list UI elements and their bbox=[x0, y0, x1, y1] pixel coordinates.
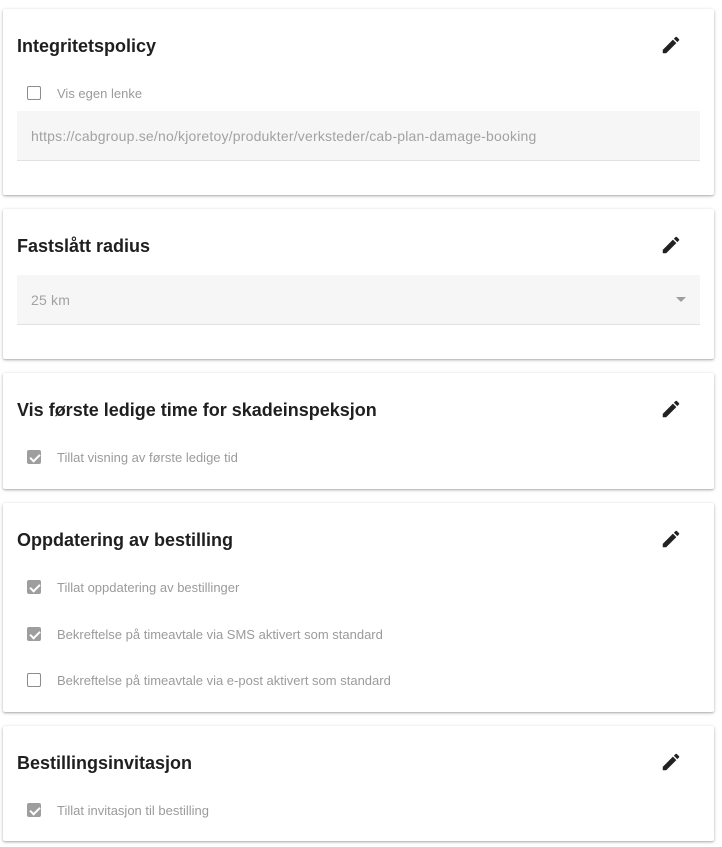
caret-down-icon bbox=[676, 297, 686, 302]
sms-confirmation-checkbox[interactable] bbox=[27, 627, 41, 641]
invitation-checkbox[interactable] bbox=[27, 803, 41, 817]
edit-button[interactable] bbox=[658, 526, 684, 552]
card-title: Bestillingsinvitasjon bbox=[17, 753, 193, 773]
checkbox-label: Tillat oppdatering av bestillinger bbox=[57, 579, 240, 595]
privacy-url-field[interactable]: https://cabgroup.se/no/kjoretoy/produkte… bbox=[17, 111, 700, 161]
first-available-card: Vis første ledige time for skadeinspeksj… bbox=[3, 373, 714, 489]
first-available-checkbox[interactable] bbox=[27, 450, 41, 464]
privacy-policy-card: Integritetspolicy Vis egen lenke https:/… bbox=[3, 9, 714, 195]
invitation-checkbox-row[interactable]: Tillat invitasjon til bestilling bbox=[27, 800, 209, 820]
pencil-icon bbox=[662, 236, 680, 254]
radius-selected-value: 25 km bbox=[31, 291, 71, 308]
pencil-icon bbox=[662, 753, 680, 771]
edit-button[interactable] bbox=[658, 232, 684, 258]
invitation-card: Bestillingsinvitasjon Tillat invitasjon … bbox=[3, 726, 714, 841]
email-confirmation-checkbox[interactable] bbox=[27, 673, 41, 687]
checkbox-label: Vis egen lenke bbox=[57, 85, 143, 101]
checkbox-label: Tillat invitasjon til bestilling bbox=[57, 802, 209, 818]
sms-confirmation-checkbox-row[interactable]: Bekreftelse på timeavtale via SMS aktive… bbox=[27, 624, 383, 644]
first-available-checkbox-row[interactable]: Tillat visning av første ledige tid bbox=[27, 447, 238, 467]
card-title: Vis første ledige time for skadeinspeksj… bbox=[17, 400, 377, 420]
checkbox-label: Tillat visning av første ledige tid bbox=[57, 449, 238, 465]
checkbox-label: Bekreftelse på timeavtale via e-post akt… bbox=[57, 672, 391, 688]
allow-update-checkbox-row[interactable]: Tillat oppdatering av bestillinger bbox=[27, 577, 239, 597]
pencil-icon bbox=[662, 530, 680, 548]
card-title: Oppdatering av bestilling bbox=[17, 530, 234, 550]
booking-update-card: Oppdatering av bestilling Tillat oppdate… bbox=[3, 503, 714, 712]
own-link-checkbox-row[interactable]: Vis egen lenke bbox=[27, 83, 142, 103]
pencil-icon bbox=[662, 400, 680, 418]
radius-select[interactable]: 25 km bbox=[17, 275, 700, 325]
card-title: Integritetspolicy bbox=[17, 36, 157, 56]
edit-button[interactable] bbox=[658, 749, 684, 775]
pencil-icon bbox=[662, 36, 680, 54]
checkbox-label: Bekreftelse på timeavtale via SMS aktive… bbox=[57, 626, 383, 642]
card-title: Fastslått radius bbox=[17, 236, 151, 256]
edit-button[interactable] bbox=[658, 396, 684, 422]
radius-card: Fastslått radius 25 km bbox=[3, 209, 714, 359]
allow-update-checkbox[interactable] bbox=[27, 580, 41, 594]
privacy-url-value: https://cabgroup.se/no/kjoretoy/produkte… bbox=[31, 127, 537, 144]
email-confirmation-checkbox-row[interactable]: Bekreftelse på timeavtale via e-post akt… bbox=[27, 670, 391, 690]
own-link-checkbox[interactable] bbox=[27, 86, 41, 100]
edit-button[interactable] bbox=[658, 32, 684, 58]
